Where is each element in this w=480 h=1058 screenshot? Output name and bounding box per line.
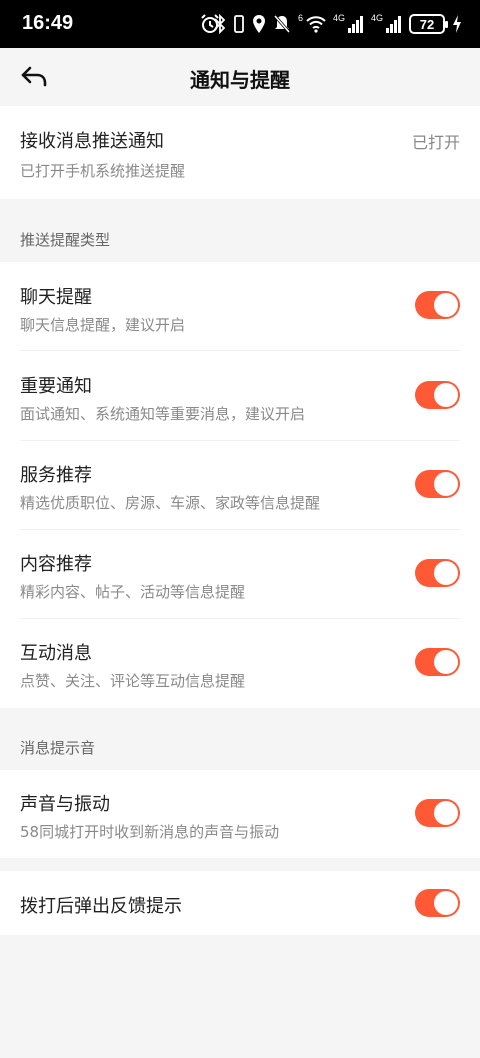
dial-feedback-toggle[interactable] <box>415 889 460 917</box>
setting-row-dial: 拨打后弹出反馈提示 <box>0 871 480 935</box>
toggle-knob <box>434 891 458 915</box>
sound-card: 声音与振动 58同城打开时收到新消息的声音与振动 <box>0 770 480 858</box>
setting-title: 重要通知 <box>20 376 92 397</box>
setting-row-sound: 声音与振动 58同城打开时收到新消息的声音与振动 <box>0 770 480 858</box>
toggle-knob <box>434 650 458 674</box>
setting-title: 拨打后弹出反馈提示 <box>20 896 182 917</box>
setting-row-chat: 聊天提醒 聊天信息提醒，建议开启 <box>0 262 480 351</box>
nav-bar: 通知与提醒 <box>0 48 480 106</box>
location-icon <box>252 15 265 33</box>
bluetooth-icon <box>214 14 226 34</box>
page-title: 通知与提醒 <box>190 68 290 92</box>
charging-icon <box>453 15 461 33</box>
clock: 16:49 <box>22 12 74 34</box>
setting-subtitle: 精选优质职位、房源、车源、家政等信息提醒 <box>20 494 321 512</box>
chat-reminder-toggle[interactable] <box>415 291 460 319</box>
network-label-1: 4G <box>332 13 345 23</box>
push-setting-card[interactable]: 接收消息推送通知 已打开 已打开手机系统推送提醒 <box>0 106 480 199</box>
section-label-sound: 消息提示音 <box>20 739 96 757</box>
mute-bell-icon <box>273 15 291 33</box>
interaction-message-toggle[interactable] <box>415 648 460 676</box>
setting-subtitle: 58同城打开时收到新消息的声音与振动 <box>20 823 280 841</box>
push-status: 已打开 <box>411 133 460 152</box>
dial-card: 拨打后弹出反馈提示 <box>0 871 480 935</box>
setting-title: 聊天提醒 <box>20 287 92 308</box>
push-subtitle: 已打开手机系统推送提醒 <box>20 162 186 180</box>
status-bar: 16:49 6 4G 4G 72 <box>0 0 480 48</box>
toggle-knob <box>434 561 458 585</box>
push-setting-row[interactable]: 接收消息推送通知 已打开 已打开手机系统推送提醒 <box>0 106 480 199</box>
vibrate-icon <box>234 15 244 33</box>
setting-title: 内容推荐 <box>20 554 92 575</box>
setting-subtitle: 聊天信息提醒，建议开启 <box>20 316 186 334</box>
service-recommend-toggle[interactable] <box>415 470 460 498</box>
wifi-label: 6 <box>297 13 303 23</box>
setting-title: 服务推荐 <box>20 465 92 486</box>
battery-level: 72 <box>419 16 435 32</box>
network-label-2: 4G <box>370 13 383 23</box>
setting-title: 声音与振动 <box>20 794 110 815</box>
toggle-knob <box>434 383 458 407</box>
signal-icon <box>386 16 401 33</box>
setting-title: 互动消息 <box>20 643 92 664</box>
sound-vibration-toggle[interactable] <box>415 799 460 827</box>
battery-indicator: 72 <box>409 14 448 34</box>
setting-row-important: 重要通知 面试通知、系统通知等重要消息，建议开启 <box>0 351 480 441</box>
toggle-knob <box>434 801 458 825</box>
setting-subtitle: 面试通知、系统通知等重要消息，建议开启 <box>20 405 306 423</box>
push-title: 接收消息推送通知 <box>20 131 164 152</box>
signal-icon <box>347 16 363 33</box>
push-types-card: 聊天提醒 聊天信息提醒，建议开启 重要通知 面试通知、系统通知等重要消息，建议开… <box>0 262 480 708</box>
setting-row-service: 服务推荐 精选优质职位、房源、车源、家政等信息提醒 <box>0 441 480 530</box>
toggle-knob <box>434 293 458 317</box>
content-recommend-toggle[interactable] <box>415 559 460 587</box>
important-notice-toggle[interactable] <box>415 381 460 409</box>
wifi-icon <box>306 16 326 33</box>
setting-row-content: 内容推荐 精彩内容、帖子、活动等信息提醒 <box>0 530 480 619</box>
setting-row-interaction: 互动消息 点赞、关注、评论等互动信息提醒 <box>0 619 480 708</box>
section-label-types: 推送提醒类型 <box>20 231 111 249</box>
setting-subtitle: 精彩内容、帖子、活动等信息提醒 <box>20 583 246 601</box>
toggle-knob <box>434 472 458 496</box>
setting-subtitle: 点赞、关注、评论等互动信息提醒 <box>20 672 246 690</box>
